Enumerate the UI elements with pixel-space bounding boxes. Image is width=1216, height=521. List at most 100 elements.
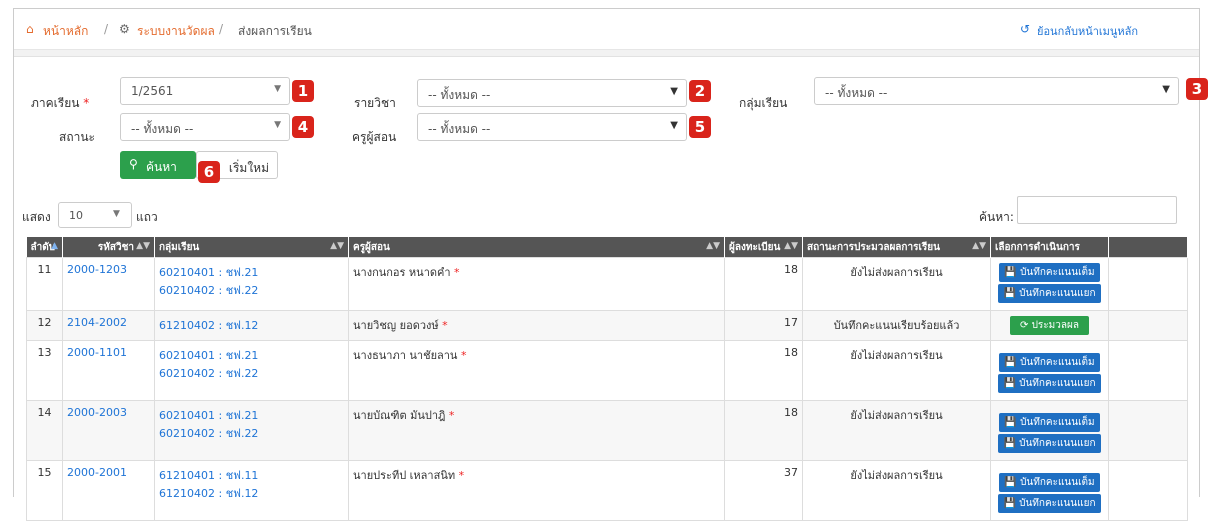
process-status: ยังไม่ส่งผลการเรียน	[802, 257, 991, 311]
column-header[interactable]: ลำดับ ▲	[26, 237, 63, 258]
breadcrumb-system-link[interactable]: ระบบงานวัดผล	[137, 22, 215, 41]
table-row: 13 2000-1101 60210401 : ชฟ.21 60210402 : …	[26, 340, 1188, 401]
teacher-name: นางธนาภา นาชัยลาน	[353, 349, 458, 362]
group-link[interactable]: 60210401 : ชฟ.21	[159, 266, 258, 279]
required-mark: *	[458, 469, 465, 482]
dropdown-arrow-icon: ▼	[274, 84, 281, 94]
column-header[interactable]: สถานะการประมวลผลการเรียน ▲▼	[802, 237, 991, 258]
teacher-name: นางกนกอร หนาดคำ	[353, 266, 451, 279]
process-status: บันทึกคะแนนเรียบร้อยแล้ว	[802, 310, 991, 341]
group-link[interactable]: 60210402 : ชฟ.22	[159, 427, 258, 440]
show-entries-label: แสดง	[22, 210, 51, 224]
callout-badge-2: 2	[689, 80, 711, 102]
reset-button-label: เริ่มใหม่	[228, 161, 269, 175]
table-header-row: ลำดับ ▲ รหัสวิชา ▲▼ กลุ่มเรียน ▲▼ ครูผู้สอน…	[26, 237, 1188, 258]
save-split-score-button[interactable]: 💾 บันทึกคะแนนแยก	[998, 494, 1101, 513]
table-row: 15 2000-2001 61210401 : ชฟ.11 61210402 : …	[26, 460, 1188, 521]
breadcrumb: ⌂ หน้าหลัก / ⚙ ระบบงานวัดผล / ส่งผลการเร…	[14, 9, 1199, 50]
toolbar-divider	[14, 50, 1199, 57]
subject-select[interactable]: -- ทั้งหมด -- ▼	[417, 79, 687, 107]
save-full-score-button[interactable]: 💾 บันทึกคะแนนเต็ม	[999, 353, 1100, 372]
magnifier-icon: ⚲	[129, 157, 138, 171]
table-row: 12 2104-2002 61210402 : ชฟ.12 นายวิชญ ยอ…	[26, 310, 1188, 341]
teacher-name: นายประทีป เหลาสนิท	[353, 469, 456, 482]
teacher-label: ครูผู้สอน	[352, 130, 397, 144]
group-link[interactable]: 61210402 : ชฟ.12	[159, 487, 258, 500]
enrolled-count: 18	[724, 340, 803, 401]
column-header[interactable]: ผู้ลงทะเบียน ▲▼	[724, 237, 803, 258]
required-mark: *	[448, 409, 455, 422]
status-label: สถานะ	[59, 130, 95, 144]
enrolled-count: 18	[724, 400, 803, 461]
breadcrumb-home-link[interactable]: หน้าหลัก	[43, 22, 88, 41]
dropdown-arrow-icon: ▼	[670, 86, 678, 97]
rows-label: แถว	[136, 210, 158, 224]
subject-code-link[interactable]: 2000-2001	[67, 466, 127, 479]
required-mark: *	[442, 319, 448, 332]
subject-code-link[interactable]: 2000-1203	[67, 263, 127, 276]
group-label: กลุ่มเรียน	[739, 96, 788, 110]
column-header[interactable]: รหัสวิชา ▲▼	[62, 237, 155, 258]
group-link[interactable]: 60210402 : ชฟ.22	[159, 284, 258, 297]
table-search-input[interactable]	[1017, 196, 1177, 224]
subject-code-link[interactable]: 2000-2003	[67, 406, 127, 419]
main-panel: ⌂ หน้าหลัก / ⚙ ระบบงานวัดผล / ส่งผลการเร…	[13, 8, 1200, 521]
subject-label: รายวิชา	[354, 96, 396, 110]
save-split-score-button[interactable]: 💾 บันทึกคะแนนแยก	[998, 284, 1101, 303]
column-header[interactable]: กลุ่มเรียน ▲▼	[154, 237, 349, 258]
gears-icon: ⚙	[119, 22, 130, 36]
search-button[interactable]: ⚲ ค้นหา	[120, 151, 196, 179]
teacher-name: นายวิชญ ยอดวงษ์	[353, 319, 439, 332]
save-split-score-button[interactable]: 💾 บันทึกคะแนนแยก	[998, 434, 1101, 453]
semester-select[interactable]: 1/2561 ▼	[120, 77, 290, 105]
teacher-name: นายบัณฑิต มันปาฎิ	[353, 409, 446, 422]
breadcrumb-separator: /	[219, 22, 224, 36]
required-mark: *	[454, 266, 460, 279]
teacher-select-value: -- ทั้งหมด --	[428, 122, 491, 136]
group-select[interactable]: -- ทั้งหมด -- ▼	[814, 77, 1179, 105]
process-status: ยังไม่ส่งผลการเรียน	[802, 340, 991, 401]
semester-label: ภาคเรียน *	[31, 96, 90, 110]
save-full-score-button[interactable]: 💾 บันทึกคะแนนเต็ม	[999, 263, 1100, 282]
back-to-menu-link[interactable]: ย้อนกลับหน้าเมนูหลัก	[1037, 22, 1138, 40]
row-number: 13	[26, 340, 63, 401]
callout-badge-4: 4	[292, 116, 314, 138]
group-link[interactable]: 61210402 : ชฟ.12	[159, 319, 258, 332]
enrolled-count: 18	[724, 257, 803, 311]
page-length-value: 10	[69, 209, 83, 222]
enrolled-count: 17	[724, 310, 803, 341]
row-number: 15	[26, 460, 63, 521]
save-split-score-button[interactable]: 💾 บันทึกคะแนนแยก	[998, 374, 1101, 393]
subject-code-link[interactable]: 2000-1101	[67, 346, 127, 359]
dropdown-arrow-icon: ▼	[670, 120, 678, 131]
process-button[interactable]: ⟳ ประมวลผล	[1010, 316, 1089, 335]
search-button-label: ค้นหา	[146, 160, 177, 174]
table-row: 14 2000-2003 60210401 : ชฟ.21 60210402 : …	[26, 400, 1188, 461]
results-table: ลำดับ ▲ รหัสวิชา ▲▼ กลุ่มเรียน ▲▼ ครูผู้สอน…	[26, 237, 1188, 521]
back-arrow-icon[interactable]: ↺	[1020, 22, 1030, 36]
save-full-score-button[interactable]: 💾 บันทึกคะแนนเต็ม	[999, 473, 1100, 492]
page-length-select[interactable]: 10 ▼	[58, 202, 132, 228]
save-full-score-button[interactable]: 💾 บันทึกคะแนนเต็ม	[999, 413, 1100, 432]
column-header-empty	[1108, 237, 1188, 258]
group-link[interactable]: 60210401 : ชฟ.21	[159, 409, 258, 422]
required-mark: *	[460, 349, 467, 362]
callout-badge-5: 5	[689, 116, 711, 138]
group-link[interactable]: 60210402 : ชฟ.22	[159, 367, 258, 380]
group-select-value: -- ทั้งหมด --	[825, 86, 888, 100]
status-select[interactable]: -- ทั้งหมด -- ▼	[120, 113, 290, 141]
column-header[interactable]: ครูผู้สอน ▲▼	[348, 237, 725, 258]
row-number: 11	[26, 257, 63, 311]
home-icon[interactable]: ⌂	[26, 22, 34, 36]
process-status: ยังไม่ส่งผลการเรียน	[802, 400, 991, 461]
process-status: ยังไม่ส่งผลการเรียน	[802, 460, 991, 521]
group-link[interactable]: 60210401 : ชฟ.21	[159, 349, 258, 362]
callout-badge-1: 1	[292, 80, 314, 102]
teacher-select[interactable]: -- ทั้งหมด -- ▼	[417, 113, 687, 141]
enrolled-count: 37	[724, 460, 803, 521]
subject-code-link[interactable]: 2104-2002	[67, 316, 127, 329]
dropdown-arrow-icon: ▼	[113, 209, 120, 219]
group-link[interactable]: 61210401 : ชฟ.11	[159, 469, 258, 482]
row-number: 14	[26, 400, 63, 461]
dropdown-arrow-icon: ▼	[274, 120, 281, 130]
